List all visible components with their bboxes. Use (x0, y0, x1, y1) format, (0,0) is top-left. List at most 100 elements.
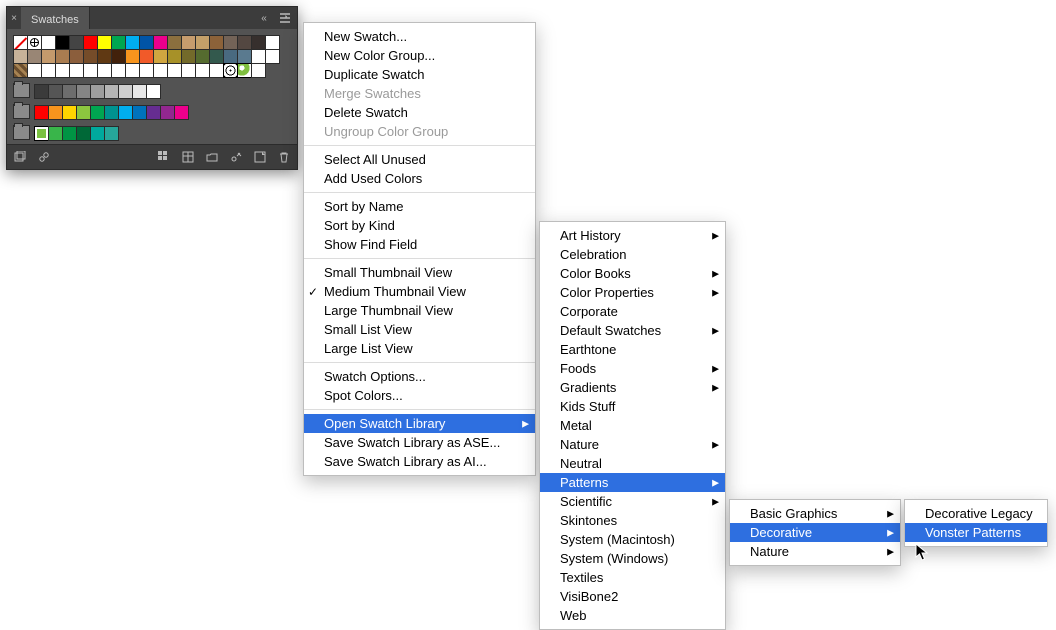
folder-icon[interactable] (13, 83, 30, 98)
menu-item[interactable]: Color Properties (540, 283, 725, 302)
swatch[interactable] (97, 49, 112, 64)
swatch[interactable] (76, 84, 91, 99)
swatch[interactable] (209, 35, 224, 50)
swatch[interactable] (132, 84, 147, 99)
swatch[interactable] (97, 35, 112, 50)
menu-item[interactable]: Textiles (540, 568, 725, 587)
swatch[interactable] (265, 35, 280, 50)
show-menu-icon[interactable] (157, 150, 171, 164)
swatch[interactable] (251, 49, 266, 64)
menu-item[interactable]: Default Swatches (540, 321, 725, 340)
menu-item[interactable]: Sort by Kind (304, 216, 535, 235)
swatch[interactable] (195, 35, 210, 50)
swatch[interactable] (27, 49, 42, 64)
swatch[interactable] (104, 105, 119, 120)
swatch[interactable] (48, 126, 63, 141)
swatch[interactable] (76, 105, 91, 120)
menu-item[interactable]: System (Macintosh) (540, 530, 725, 549)
swatch[interactable] (111, 63, 126, 78)
swatch[interactable] (139, 35, 154, 50)
swatch[interactable] (27, 63, 42, 78)
swatch[interactable] (174, 105, 189, 120)
swatch[interactable] (125, 63, 140, 78)
swatch[interactable] (62, 84, 77, 99)
swatch[interactable] (223, 49, 238, 64)
library-menu-icon[interactable] (13, 150, 27, 164)
swatch[interactable] (76, 126, 91, 141)
swatch[interactable] (251, 35, 266, 50)
swatch[interactable] (125, 49, 140, 64)
folder-icon[interactable] (13, 125, 30, 140)
swatch[interactable] (13, 35, 28, 50)
menu-item[interactable]: Patterns (540, 473, 725, 492)
swatch[interactable] (223, 35, 238, 50)
swatch[interactable] (62, 105, 77, 120)
swatch[interactable] (195, 63, 210, 78)
swatch[interactable] (13, 49, 28, 64)
swatch[interactable] (132, 105, 147, 120)
menu-item[interactable]: Neutral (540, 454, 725, 473)
swatch[interactable] (167, 49, 182, 64)
menu-item[interactable]: Save Swatch Library as AI... (304, 452, 535, 471)
menu-item[interactable]: Sort by Name (304, 197, 535, 216)
menu-item[interactable]: VisiBone2 (540, 587, 725, 606)
swatch[interactable] (153, 49, 168, 64)
swatch[interactable] (83, 49, 98, 64)
menu-item[interactable]: Gradients (540, 378, 725, 397)
menu-item[interactable]: Web (540, 606, 725, 625)
menu-item[interactable]: Nature (730, 542, 900, 561)
swatch[interactable] (90, 84, 105, 99)
swatch[interactable] (237, 63, 252, 78)
menu-item[interactable]: ✓Medium Thumbnail View (304, 282, 535, 301)
swatch[interactable] (55, 49, 70, 64)
menu-item[interactable]: Vonster Patterns (905, 523, 1047, 542)
swatch[interactable] (41, 49, 56, 64)
menu-item[interactable]: Color Books (540, 264, 725, 283)
swatch[interactable] (111, 49, 126, 64)
swatch-selected[interactable] (34, 126, 49, 141)
swatch[interactable] (146, 84, 161, 99)
swatch[interactable] (27, 35, 42, 50)
options-icon[interactable] (181, 150, 195, 164)
swatch[interactable] (251, 63, 266, 78)
swatch[interactable] (181, 49, 196, 64)
swatch[interactable] (139, 49, 154, 64)
swatch[interactable] (83, 63, 98, 78)
new-group-icon[interactable] (205, 150, 219, 164)
folder-icon[interactable] (13, 104, 30, 119)
menu-item[interactable]: Add Used Colors (304, 169, 535, 188)
swatch[interactable] (55, 35, 70, 50)
menu-item[interactable]: Spot Colors... (304, 386, 535, 405)
swatch[interactable] (62, 126, 77, 141)
menu-item[interactable]: Show Find Field (304, 235, 535, 254)
menu-item[interactable]: Foods (540, 359, 725, 378)
swatch[interactable] (69, 49, 84, 64)
menu-item[interactable]: Open Swatch Library (304, 414, 535, 433)
swatch[interactable] (83, 35, 98, 50)
swatch[interactable] (167, 35, 182, 50)
menu-item[interactable]: Large Thumbnail View (304, 301, 535, 320)
menu-item[interactable]: Small List View (304, 320, 535, 339)
swatch[interactable] (34, 105, 49, 120)
swatch[interactable] (153, 63, 168, 78)
break-link-icon[interactable] (229, 150, 243, 164)
menu-item[interactable]: New Color Group... (304, 46, 535, 65)
swatch[interactable] (146, 105, 161, 120)
menu-item[interactable]: Corporate (540, 302, 725, 321)
swatch[interactable] (104, 84, 119, 99)
swatch[interactable] (209, 63, 224, 78)
panel-close-button[interactable]: × (7, 7, 21, 29)
swatch[interactable] (237, 49, 252, 64)
swatch[interactable] (265, 49, 280, 64)
swatch[interactable] (160, 105, 175, 120)
swatch[interactable] (167, 63, 182, 78)
menu-item[interactable]: Scientific (540, 492, 725, 511)
swatch[interactable] (118, 105, 133, 120)
swatch[interactable] (125, 35, 140, 50)
swatch[interactable] (209, 49, 224, 64)
swatch[interactable] (48, 105, 63, 120)
menu-item[interactable]: Small Thumbnail View (304, 263, 535, 282)
panel-flyout-button[interactable] (275, 7, 297, 29)
swatch[interactable] (111, 35, 126, 50)
menu-item[interactable]: Metal (540, 416, 725, 435)
